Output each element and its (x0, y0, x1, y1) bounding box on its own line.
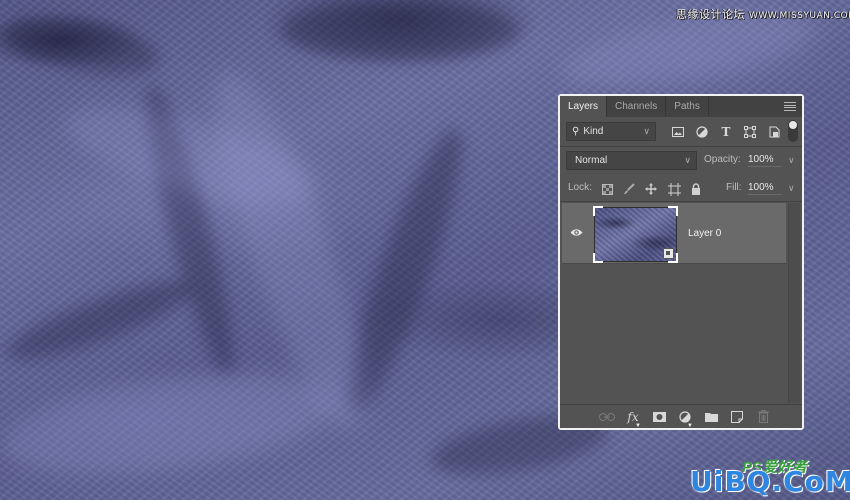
tab-channels[interactable]: Channels (607, 96, 667, 117)
adjustment-filter-icon[interactable] (690, 123, 714, 141)
layers-list: Layer 0 (562, 203, 788, 403)
shape-filter-icon[interactable] (738, 123, 762, 141)
mask-icon (652, 411, 666, 422)
blend-mode-value: Normal (575, 155, 608, 166)
new-adjustment-layer-button[interactable]: ▼ (672, 407, 698, 429)
divider (560, 146, 802, 147)
smart-object-filter-icon[interactable] (762, 123, 786, 141)
smart-object-icon (663, 248, 674, 259)
lock-row: Lock: Fill: 100% ∨ (560, 179, 802, 199)
fabric-ridge (0, 356, 345, 494)
lock-position-icon[interactable] (643, 181, 659, 197)
hamburger-menu-icon[interactable] (784, 102, 796, 111)
fabric-fold (0, 267, 201, 373)
tab-layers[interactable]: Layers (560, 96, 608, 117)
panel-bottom-toolbar: fx ▼ ▼ (560, 404, 802, 429)
link-icon (599, 412, 615, 421)
opacity-dropdown-icon[interactable]: ∨ (788, 155, 795, 166)
type-filter-icon[interactable]: T (714, 123, 738, 141)
add-layer-style-button[interactable]: fx ▼ (620, 407, 646, 429)
folder-icon (704, 412, 718, 422)
watermark-url: WWW.MISSYUAN.COM (749, 11, 850, 21)
opacity-label: Opacity: (704, 154, 741, 165)
panel-tab-bar: Layers Channels Paths (560, 96, 802, 117)
fill-label: Fill: (726, 182, 742, 193)
blend-row: Normal ∨ Opacity: 100% ∨ (560, 151, 802, 171)
lock-artboard-icon[interactable] (666, 181, 682, 197)
new-layer-button[interactable] (724, 407, 750, 427)
fill-input[interactable]: 100% (748, 182, 782, 195)
adjustment-icon (679, 410, 691, 423)
layer-thumbnail[interactable] (593, 206, 678, 263)
fabric-fold (0, 6, 164, 84)
blend-mode-select[interactable]: Normal ∨ (566, 151, 697, 170)
divider (560, 201, 802, 202)
new-layer-icon (731, 410, 743, 423)
kind-filter-select[interactable]: ⚲ Kind ∨ (566, 122, 656, 141)
fill-dropdown-icon[interactable]: ∨ (788, 183, 795, 194)
lock-label: Lock: (568, 182, 592, 193)
search-icon: ⚲ (572, 126, 580, 137)
lock-image-pixels-icon[interactable] (621, 181, 637, 197)
filter-row: ⚲ Kind ∨ T (560, 120, 802, 142)
layers-scrollbar[interactable] (788, 203, 800, 403)
link-layers-button[interactable] (594, 407, 620, 427)
new-group-button[interactable] (698, 407, 724, 427)
watermark-brand: UiBQ.CoM (690, 465, 850, 498)
fx-icon: fx (627, 409, 639, 424)
add-mask-button[interactable] (646, 407, 672, 427)
trash-icon (757, 410, 769, 423)
lock-all-icon[interactable] (688, 181, 704, 197)
layer-name[interactable]: Layer 0 (688, 228, 721, 239)
delete-layer-button[interactable] (750, 407, 776, 427)
image-filter-icon[interactable] (666, 123, 690, 141)
watermark-top: 思缘设计论坛 WWW.MISSYUAN.COM (676, 6, 850, 22)
opacity-input[interactable]: 100% (748, 154, 782, 167)
eye-visibility-icon[interactable] (570, 226, 583, 239)
watermark-cn-text: 思缘设计论坛 (676, 8, 745, 21)
filter-toggle[interactable] (788, 120, 798, 142)
lock-transparent-pixels-icon[interactable] (599, 181, 615, 197)
kind-label: Kind (583, 126, 604, 137)
chevron-down-icon: ∨ (643, 126, 650, 136)
layer-row[interactable]: Layer 0 (562, 203, 786, 264)
layers-panel: Layers Channels Paths ⚲ Kind ∨ T Normal … (558, 94, 804, 430)
fabric-fold (280, 0, 520, 60)
tab-paths[interactable]: Paths (666, 96, 709, 117)
chevron-down-icon: ∨ (684, 155, 691, 165)
